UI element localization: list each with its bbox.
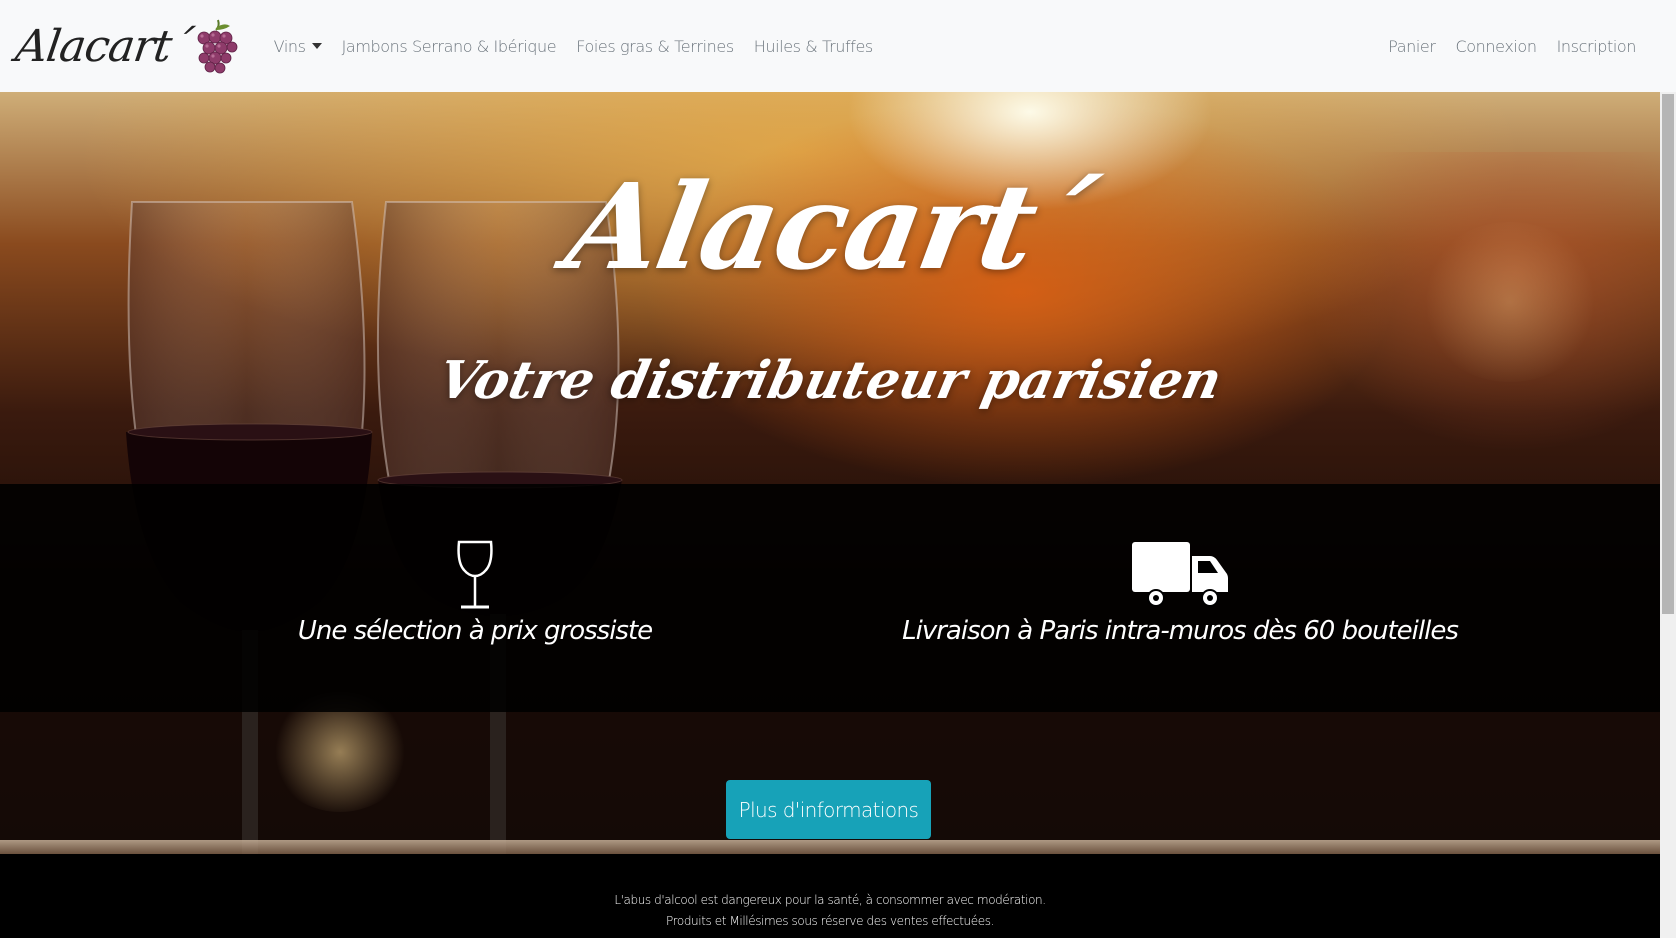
hero-title: Alacart´ — [557, 157, 1103, 296]
feature-delivery-text: Livraison à Paris intra-muros dès 60 bou… — [902, 616, 1459, 646]
brand-logo[interactable]: Alacart´ — [12, 0, 240, 92]
vertical-scrollbar[interactable] — [1660, 92, 1676, 938]
feature-selection-text: Une sélection à prix grossiste — [297, 616, 653, 646]
features-band: Une sélection à prix grossiste Livraison… — [0, 484, 1660, 712]
nav-item-label: Vins — [273, 36, 306, 56]
navbar: Alacart´ Vins Jambons Serrano & Ibérique… — [0, 0, 1676, 92]
nav-item-inscription[interactable]: Inscription — [1547, 37, 1646, 56]
legal-line-1: L'abus d'alcool est dangereux pour la sa… — [614, 893, 1046, 907]
caret-down-icon — [311, 42, 322, 49]
background-bokeh — [1420, 222, 1600, 382]
feature-selection: Une sélection à prix grossiste — [240, 484, 710, 712]
nav-left: Vins Jambons Serrano & Ibérique Foies gr… — [264, 37, 883, 56]
legal-line-2: Produits et Millésimes sous réserve des … — [666, 914, 994, 928]
nav-right: Panier Connexion Inscription — [1378, 37, 1646, 56]
more-info-button[interactable]: Plus d'informations — [726, 780, 931, 839]
nav-item-panier[interactable]: Panier — [1378, 37, 1445, 56]
scrollbar-thumb[interactable] — [1662, 94, 1674, 614]
grapes-icon — [197, 19, 238, 74]
hero-subtitle: Votre distributeur parisien — [432, 350, 1228, 411]
hero-section: Alacart´ Votre distributeur parisien Une… — [0, 92, 1660, 938]
nav-item-huiles[interactable]: Huiles & Truffes — [744, 37, 883, 56]
nav-item-jambons[interactable]: Jambons Serrano & Ibérique — [332, 37, 567, 56]
nav-item-vins[interactable]: Vins — [264, 37, 332, 56]
legal-notice: L'abus d'alcool est dangereux pour la sa… — [0, 890, 1660, 932]
nav-item-foies-gras[interactable]: Foies gras & Terrines — [566, 37, 744, 56]
nav-item-connexion[interactable]: Connexion — [1446, 37, 1547, 56]
delivery-truck-icon — [1132, 542, 1228, 607]
railing-background — [0, 840, 1660, 854]
wine-glass-icon — [457, 540, 493, 609]
feature-delivery: Livraison à Paris intra-muros dès 60 bou… — [900, 484, 1460, 712]
brand-logo-text: Alacart´ — [12, 20, 196, 72]
